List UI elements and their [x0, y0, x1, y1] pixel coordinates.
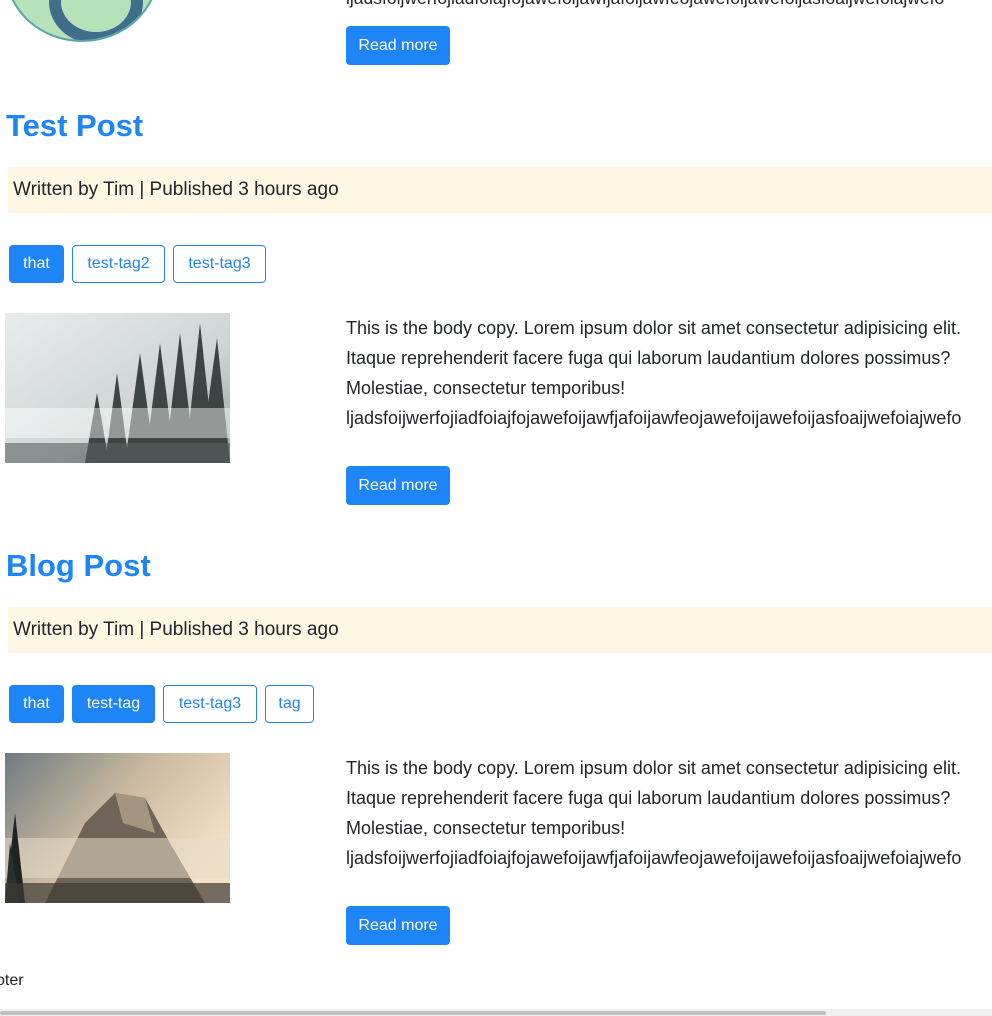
post-thumbnail-forest — [5, 313, 230, 463]
read-more-button[interactable]: Read more — [346, 466, 450, 505]
horizontal-scrollbar-thumb[interactable] — [0, 1011, 826, 1015]
post-logo-image — [5, 0, 159, 42]
post-title[interactable]: Test Post — [6, 110, 143, 141]
post-meta: Written by Tim | Published 3 hours ago — [8, 167, 992, 213]
post-body-line: Molestiae, consectetur temporibus! — [346, 378, 626, 398]
post-body: This is the body copy. Lorem ipsum dolor… — [346, 753, 992, 873]
post-body-line: Itaque reprehenderit facere fuga qui lab… — [346, 348, 951, 368]
logo-letter-shape — [49, 0, 143, 40]
post-body-line: This is the body copy. Lorem ipsum dolor… — [346, 318, 961, 338]
post-body-line: ljadsfoijwerfojiadfoiajfojawefoijawfjafo… — [346, 408, 962, 428]
post-thumbnail-mountain — [5, 753, 230, 903]
post-body-line: Molestiae, consectetur temporibus! — [346, 818, 626, 838]
post-body-line: This is the body copy. Lorem ipsum dolor… — [346, 758, 961, 778]
tag-button[interactable]: test-tag2 — [72, 245, 165, 283]
tag-button[interactable]: test-tag3 — [163, 685, 257, 723]
tag-button[interactable]: that — [9, 685, 64, 723]
tag-button[interactable]: test-tag3 — [173, 245, 266, 283]
tag-button[interactable]: test-tag — [72, 685, 155, 723]
post-body: This is the body copy. Lorem ipsum dolor… — [346, 313, 992, 433]
post-body-line: Itaque reprehenderit facere fuga qui lab… — [346, 788, 951, 808]
read-more-button[interactable]: Read more — [346, 26, 450, 65]
post-body-line: ljadsfoijwerfojiadfoiajfojawefoijawfjafo… — [346, 848, 962, 868]
post-title[interactable]: Blog Post — [6, 550, 151, 581]
footer: oter — [0, 972, 24, 989]
post-body-cut-line: ljadsfoijwerfojiadfoiajfojawefoijawfjafo… — [346, 0, 992, 8]
tag-button[interactable]: that — [9, 245, 64, 283]
read-more-button[interactable]: Read more — [346, 906, 450, 945]
tag-button[interactable]: tag — [265, 685, 314, 723]
post-meta: Written by Tim | Published 3 hours ago — [8, 607, 992, 653]
